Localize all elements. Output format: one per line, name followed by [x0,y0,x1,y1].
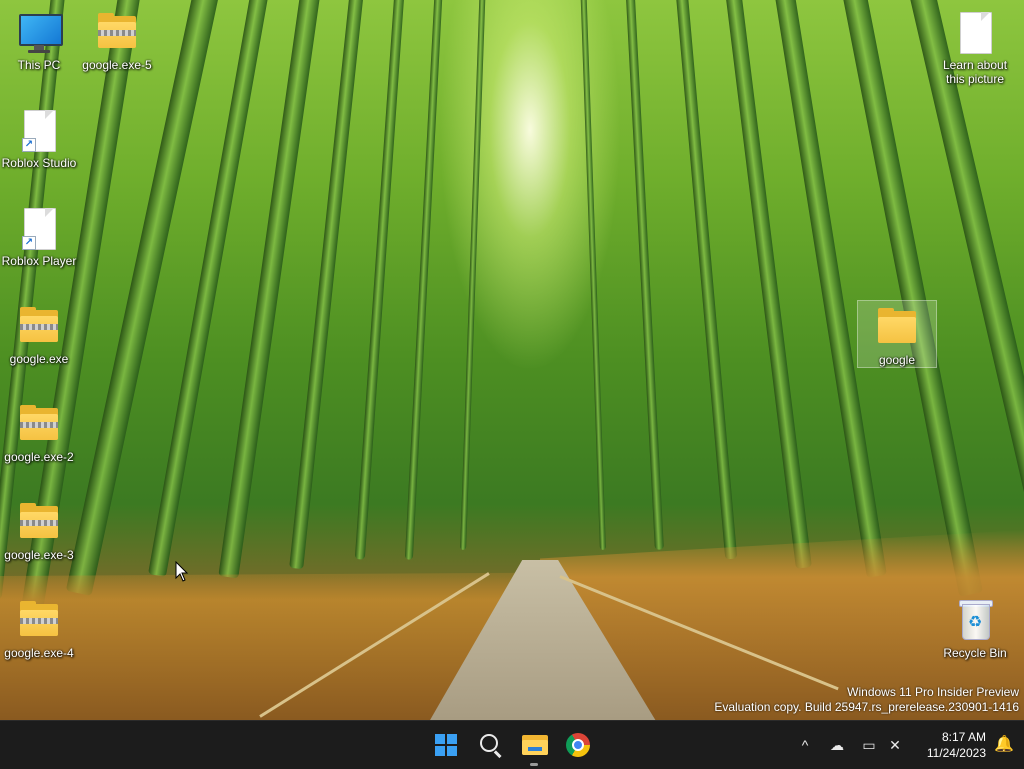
bamboo-stalk [148,0,270,578]
grass-left [0,572,520,720]
icon-label: google.exe-5 [82,58,152,72]
volume-button[interactable]: ✕ [884,733,906,757]
computer-icon [16,10,63,56]
chrome-icon [566,733,590,757]
desktop-icon-google-exe-2[interactable]: google.exe-2 [0,398,78,464]
icon-label: This PC [17,58,61,72]
clock-date: 11/24/2023 [926,746,986,760]
network-button[interactable]: ▭ [858,733,880,757]
desktop-icon-google-exe-5[interactable]: google.exe-5 [78,6,156,72]
desktop-icon-roblox-studio[interactable]: ↗ Roblox Studio [0,104,78,170]
icon-label: google.exe [9,352,69,366]
zip-folder-icon [16,500,62,546]
desktop-icon-google-folder[interactable]: google [857,300,937,368]
watermark-build: Evaluation copy. Build 25947.rs_prerelea… [714,700,1019,714]
watermark-edition: Windows 11 Pro Insider Preview [847,685,1019,699]
notification-center-button[interactable]: 🔔 [994,735,1014,755]
desktop-icon-google-exe[interactable]: google.exe [0,300,78,366]
zip-folder-icon [16,598,62,644]
mouse-cursor-icon [175,561,189,582]
build-watermark: Windows 11 Pro Insider Preview Evaluatio… [714,685,1019,715]
bell-icon: 🔔 [994,736,1014,753]
start-button[interactable] [426,725,466,765]
bamboo-stalk [580,0,606,550]
onedrive-icon: ☁ [830,737,844,753]
desktop-wallpaper[interactable]: This PC google.exe-5 ↗ Roblox Studio ↗ R… [0,0,1024,720]
icon-label: Learn about this picture [942,58,1008,86]
icon-label: google.exe-2 [4,450,74,464]
bamboo-stalk [625,0,664,550]
recycle-bin-icon: ♻ [952,598,998,644]
show-hidden-icons-button[interactable]: ^ [794,733,816,757]
running-indicator [530,763,538,766]
icon-label: google.exe-4 [4,646,74,660]
desktop-icon-recycle-bin[interactable]: ♻ Recycle Bin [936,594,1014,660]
bamboo-stalk [674,0,738,560]
folder-icon [874,305,920,351]
bamboo-stalk [460,0,486,550]
icon-label: Roblox Player [1,254,77,268]
desktop-icon-learn-about-this-picture[interactable]: Learn about this picture [936,6,1014,86]
bamboo-stalk [354,0,406,560]
bamboo-stalk [404,0,444,560]
taskbar: ^ ☁ ▭ ✕ 8:17 AM 11/24/2023 🔔 [0,720,1024,769]
icon-label: Roblox Studio [1,156,77,170]
icon-label: Recycle Bin [943,646,1007,660]
icon-label: google [878,353,916,367]
volume-muted-icon: ✕ [889,737,901,753]
clock-time: 8:17 AM [941,730,986,744]
file-icon [952,10,998,56]
file-explorer-button[interactable] [514,725,554,766]
desktop-icon-google-exe-4[interactable]: google.exe-4 [0,594,78,660]
chevron-up-icon: ^ [801,737,809,753]
windows-start-icon [435,734,457,756]
desktop-icon-roblox-player[interactable]: ↗ Roblox Player [0,202,78,268]
desktop-icon-google-exe-3[interactable]: google.exe-3 [0,496,78,562]
clock[interactable]: 8:17 AM 11/24/2023 [914,729,986,761]
search-button[interactable] [470,725,510,765]
network-icon: ▭ [862,737,876,753]
zip-folder-icon [16,402,62,448]
shortcut-file-icon: ↗ [16,108,62,154]
shortcut-file-icon: ↗ [16,206,62,252]
zip-folder-icon [16,304,62,350]
onedrive-button[interactable]: ☁ [826,733,848,757]
desktop-icon-this-pc[interactable]: This PC [0,6,78,72]
icon-label: google.exe-3 [4,548,74,562]
zip-folder-icon [94,10,140,56]
chrome-button[interactable] [558,725,598,765]
